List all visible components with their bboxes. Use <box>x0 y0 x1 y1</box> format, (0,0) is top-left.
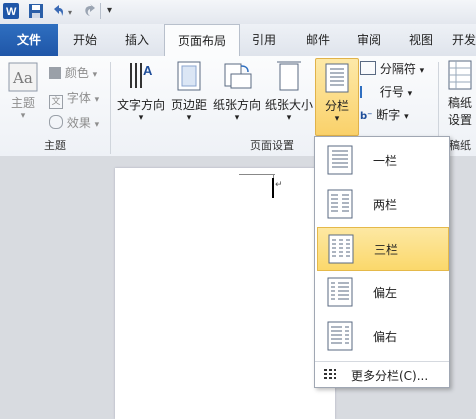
colors-label: 颜色 <box>64 66 89 80</box>
columns-option-right[interactable]: 偏右 <box>317 315 447 357</box>
three-columns-icon <box>328 234 354 264</box>
hyphenation-label: 断字 <box>376 108 401 122</box>
tab-references[interactable]: 引用 <box>244 24 284 56</box>
breaks-icon <box>360 61 376 75</box>
breaks-label: 分隔符 <box>379 62 416 76</box>
more-columns-button[interactable]: 更多分栏(C)... <box>317 363 447 385</box>
paragraph-mark: ↵ <box>275 180 283 190</box>
chevron-down-icon: ▾ <box>94 95 100 105</box>
margin-mark <box>239 174 275 175</box>
chevron-down-icon: ▾ <box>94 120 100 130</box>
columns-option-one[interactable]: 一栏 <box>317 139 447 181</box>
columns-option-left[interactable]: 偏左 <box>317 271 447 313</box>
colors-button[interactable]: 颜色 ▾ <box>49 64 97 81</box>
page-size-icon <box>277 61 301 91</box>
left-column-icon <box>327 277 353 307</box>
svg-text:A: A <box>143 63 153 78</box>
chevron-down-icon: ▾ <box>334 114 340 124</box>
themes-button[interactable]: Aa 主题 ▾ <box>6 62 40 121</box>
tab-home[interactable]: 开始 <box>62 24 108 56</box>
tab-review[interactable]: 审阅 <box>346 24 392 56</box>
svg-text:Aa: Aa <box>12 69 33 87</box>
undo-dropdown-icon[interactable]: ▾ <box>68 8 72 17</box>
option-label: 偏右 <box>373 330 398 344</box>
undo-icon[interactable] <box>50 3 66 19</box>
columns-dropdown: 一栏 两栏 三栏 偏左 偏右 更多分栏(C)... <box>314 136 450 388</box>
ribbon-tabs: 文件 开始 插入 页面布局 引用 邮件 审阅 视图 开发 <box>0 24 476 57</box>
save-icon[interactable] <box>28 3 44 19</box>
line-numbers-icon <box>360 86 376 98</box>
fonts-button[interactable]: 文 字体 ▾ <box>49 89 99 109</box>
two-columns-icon <box>327 189 353 219</box>
chevron-down-icon: ▾ <box>92 70 98 80</box>
effects-label: 效果 <box>66 116 91 130</box>
draft-paper-label-1: 稿纸 <box>447 96 472 110</box>
draft-paper-button[interactable]: 稿纸 设置 <box>444 60 476 128</box>
tab-file[interactable]: 文件 <box>0 24 58 56</box>
option-label: 三栏 <box>374 243 399 257</box>
right-column-icon <box>327 321 353 351</box>
option-label: 偏左 <box>373 286 398 300</box>
draft-paper-icon <box>448 60 472 90</box>
tab-insert[interactable]: 插入 <box>114 24 160 56</box>
more-columns-label: 更多分栏(C)... <box>351 369 429 383</box>
margins-button[interactable]: 页边距 ▾ <box>168 60 210 123</box>
chevron-down-icon: ▾ <box>186 113 192 123</box>
group-separator <box>110 62 111 154</box>
chevron-down-icon: ▾ <box>419 66 425 76</box>
themes-label: 主题 <box>10 96 35 110</box>
margins-icon <box>177 61 201 91</box>
chevron-down-icon: ▾ <box>234 113 240 123</box>
columns-icon <box>325 63 349 93</box>
customize-toolbar-icon[interactable]: ▾ <box>107 5 112 16</box>
themes-icon: Aa <box>8 62 38 92</box>
effects-icon <box>49 115 63 129</box>
chevron-down-icon: ▾ <box>286 113 292 123</box>
quick-access-toolbar: W ▾ ▾ <box>0 0 476 25</box>
hyphenation-button[interactable]: b⁻ 断字 ▾ <box>360 106 409 123</box>
option-label: 两栏 <box>373 198 398 212</box>
fonts-icon: 文 <box>49 95 63 109</box>
orientation-label: 纸张方向 <box>212 98 261 112</box>
columns-option-two[interactable]: 两栏 <box>317 183 447 225</box>
line-numbers-button[interactable]: 行号 ▾ <box>360 83 412 100</box>
tab-view[interactable]: 视图 <box>398 24 444 56</box>
text-direction-icon: A <box>130 63 153 88</box>
line-numbers-label: 行号 <box>379 85 404 99</box>
chevron-down-icon: ▾ <box>138 113 144 123</box>
divider <box>100 3 101 19</box>
margins-label: 页边距 <box>170 98 207 112</box>
fonts-label: 字体 <box>66 91 91 105</box>
more-columns-icon <box>324 369 336 379</box>
redo-icon[interactable] <box>82 3 98 19</box>
option-label: 一栏 <box>373 154 398 168</box>
tab-page-layout[interactable]: 页面布局 <box>164 24 240 57</box>
text-direction-label: 文字方向 <box>116 98 165 112</box>
columns-label: 分栏 <box>324 99 349 113</box>
orientation-button[interactable]: 纸张方向 ▾ <box>212 60 262 123</box>
breaks-button[interactable]: 分隔符 ▾ <box>360 60 424 77</box>
word-logo-icon[interactable]: W <box>3 3 19 19</box>
svg-text:W: W <box>6 6 17 18</box>
colors-icon <box>49 67 61 79</box>
columns-option-three[interactable]: 三栏 <box>317 227 449 271</box>
columns-button[interactable]: 分栏 ▾ <box>315 58 359 136</box>
text-direction-button[interactable]: A 文字方向 ▾ <box>116 60 166 123</box>
draft-paper-label-2: 设置 <box>447 113 472 127</box>
size-button[interactable]: 纸张大小 ▾ <box>264 60 314 123</box>
text-cursor <box>272 178 274 198</box>
chevron-down-icon: ▾ <box>407 89 413 99</box>
one-column-icon <box>327 145 353 175</box>
document-page[interactable]: ↵ <box>115 168 335 419</box>
chevron-down-icon: ▾ <box>404 112 409 122</box>
menu-divider <box>315 361 449 362</box>
size-label: 纸张大小 <box>264 98 313 112</box>
tab-developer[interactable]: 开发 <box>452 24 476 56</box>
orientation-icon <box>224 63 252 89</box>
tab-mailings[interactable]: 邮件 <box>296 24 340 56</box>
effects-button[interactable]: 效果 ▾ <box>49 114 99 131</box>
hyphenation-icon: b⁻ <box>360 111 373 122</box>
chevron-down-icon: ▾ <box>20 111 26 121</box>
themes-group-label: 主题 <box>44 139 66 152</box>
